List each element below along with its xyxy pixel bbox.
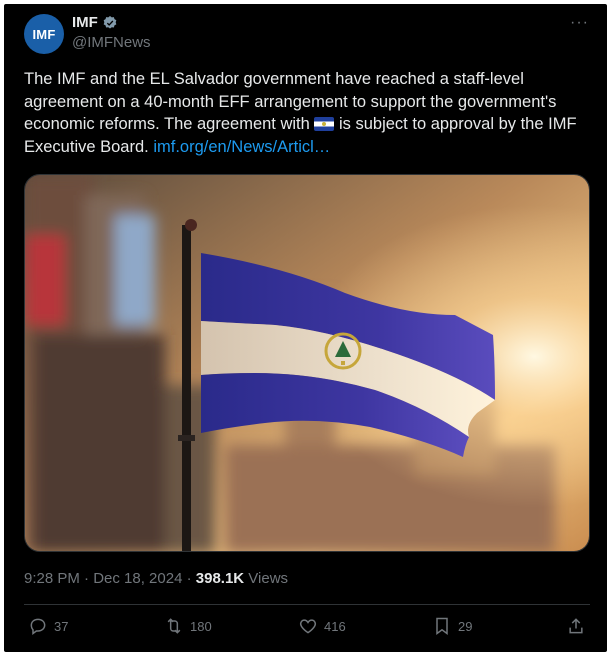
like-count: 416 — [324, 618, 346, 634]
author-handle[interactable]: @IMFNews — [72, 34, 151, 51]
el-salvador-flag-icon — [314, 117, 335, 131]
bookmark-icon — [436, 617, 448, 635]
tweet-card: IMF IMF @IMFNews ··· The IMF and the EL … — [4, 4, 607, 652]
author-name-row: IMF — [72, 14, 118, 31]
avatar[interactable]: IMF — [24, 14, 64, 54]
flag-photo — [25, 175, 589, 551]
tweet-text: The IMF and the EL Salvador government h… — [24, 68, 594, 158]
article-link[interactable]: imf.org/en/News/Articl… — [153, 138, 330, 156]
reply-count: 37 — [54, 618, 69, 634]
reply-button[interactable]: 37 — [28, 616, 68, 636]
bookmark-button[interactable]: 29 — [432, 616, 472, 636]
retweet-icon — [167, 618, 181, 634]
divider — [24, 604, 590, 605]
share-icon — [569, 618, 583, 634]
tweet-image[interactable] — [24, 174, 590, 552]
bookmark-count: 29 — [458, 618, 473, 634]
retweet-button[interactable]: 180 — [164, 616, 212, 636]
like-button[interactable]: 416 — [298, 616, 346, 636]
views-count: 398.1K — [195, 570, 245, 587]
like-icon — [299, 619, 317, 634]
tweet-timestamp[interactable]: 9:28 PM · Dec 18, 2024 · — [24, 570, 196, 587]
tweet-meta: 9:28 PM · Dec 18, 2024 · 398.1K Views — [24, 570, 288, 587]
author-name[interactable]: IMF — [72, 14, 98, 31]
views-label: Views — [244, 570, 289, 587]
verified-badge-icon — [103, 15, 117, 29]
avatar-text: IMF — [32, 26, 56, 42]
tweet-actions: 37 180 416 29 — [24, 616, 590, 642]
retweet-count: 180 — [190, 618, 212, 634]
more-icon[interactable]: ··· — [570, 14, 589, 32]
reply-icon — [30, 618, 46, 635]
share-button[interactable] — [566, 616, 586, 636]
